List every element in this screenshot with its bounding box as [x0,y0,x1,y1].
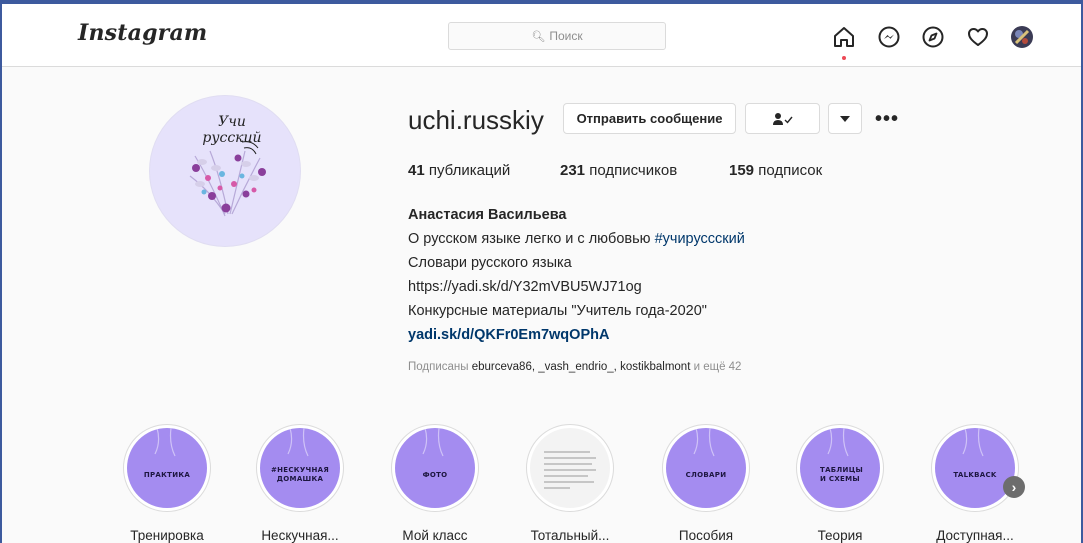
bio-website-link[interactable]: yadi.sk/d/QKFr0Em7wqOPhA [408,323,745,347]
chevron-right-icon[interactable]: › [1003,476,1025,498]
highlight-label: Теория [817,528,863,543]
document-page-icon [544,451,596,489]
profile-username: uchi.russkiy [408,105,544,135]
highlight-cover-text: ТАБЛИЦЫ И СХЕМЫ [820,466,864,483]
bio-hashtag-link[interactable]: #учирусccкий [655,231,745,247]
highlight-cover: TALKBACK [935,428,1015,508]
highlight-cover-ring: ТАБЛИЦЫ И СХЕМЫ [796,424,884,512]
activity-heart-icon[interactable] [966,25,990,49]
search-placeholder: Поиск [549,29,583,43]
highlight-cover-ring: СЛОВАРИ [662,424,750,512]
highlight-cover: ТАБЛИЦЫ И СХЕМЫ [800,428,880,508]
search-icon: 🔍︎ [531,30,546,43]
highlight-label: Доступная... [936,528,1014,543]
explore-icon[interactable] [921,25,945,49]
highlight-cover-ring [526,424,614,512]
highlight-label: Мой класс [402,528,468,543]
messenger-icon[interactable] [877,25,901,49]
search-box[interactable]: 🔍︎ Поиск [448,22,666,50]
highlight-cover: ПРАКТИКА [127,428,207,508]
highlight-cover-text: TALKBACK [953,470,997,479]
highlight-cover [530,428,610,508]
story-highlight[interactable]: Тотальный... [510,424,630,543]
story-highlight[interactable]: СЛОВАРИ Пособия [646,424,766,543]
followed-by-summary[interactable]: Подписаны eburceva86, _vash_endrio_, kos… [408,361,741,373]
notification-dot [842,56,846,60]
highlight-cover-ring: TALKBACK [931,424,1019,512]
send-message-button[interactable]: Отправить сообщение [563,103,736,134]
highlight-label: Тренировка [130,528,204,543]
followed-by-prefix: Подписаны [408,361,469,373]
profile-full-name: Анастасия Васильева [408,207,567,223]
story-highlight[interactable]: #НЕСКУЧНАЯ ДОМАШКА Нескучная... [240,424,360,543]
highlight-label: Нескучная... [261,528,339,543]
followed-by-names: eburceva86, _vash_endrio_, kostikbalmont [471,361,691,373]
caret-down-icon [840,115,850,122]
more-dots-icon[interactable]: ••• [875,108,899,131]
highlight-cover-ring: #НЕСКУЧНАЯ ДОМАШКА [256,424,344,512]
followers-label: подписчиков [589,162,678,179]
story-highlight[interactable]: ФОТО Мой класс [375,424,495,543]
following-button[interactable] [745,103,820,134]
bio-line-1: О русском языке легко и с любовью #учиру… [408,227,745,251]
bio-line-3: https://yadi.sk/d/Y32mVBU5WJ71og [408,279,642,295]
following-count: 159 [729,162,755,179]
top-navigation-bar: Instagram 🔍︎ Поиск [2,4,1081,67]
highlight-cover-text: ПРАКТИКА [143,470,191,479]
followers-count: 231 [560,162,586,179]
profile-avatar-icon[interactable] [1010,25,1034,49]
avatar-caption: Учи русский [202,114,262,146]
posts-count: 41 [408,162,425,179]
highlight-cover-ring: ФОТО [391,424,479,512]
posts-stat: 41 публикаций [408,162,510,179]
highlight-cover-ring: ПРАКТИКА [123,424,211,512]
highlight-label: Пособия [678,528,734,543]
highlight-label: Тотальный... [530,528,610,543]
home-icon[interactable] [832,25,856,49]
following-label: подписок [758,162,823,179]
followers-stat[interactable]: 231 подписчиков [560,162,677,179]
suggestions-dropdown-button[interactable] [828,103,862,134]
highlight-cover-text: ФОТО [422,470,448,479]
following-stat[interactable]: 159 подписок [729,162,822,179]
story-highlight[interactable]: ПРАКТИКА Тренировка [107,424,227,543]
bio-line-4: Конкурсные материалы "Учитель года-2020" [408,303,707,319]
followed-by-suffix: и ещё 42 [693,361,742,373]
highlight-cover-text: СЛОВАРИ [685,470,727,479]
instagram-logo[interactable]: Instagram [78,20,207,46]
story-highlight[interactable]: ТАБЛИЦЫ И СХЕМЫ Теория [780,424,900,543]
posts-label: публикаций [428,162,511,179]
highlight-cover-text: #НЕСКУЧНАЯ ДОМАШКА [270,466,330,483]
highlight-cover: #НЕСКУЧНАЯ ДОМАШКА [260,428,340,508]
bio-line-2: Словари русского языка [408,255,572,271]
highlight-cover: ФОТО [395,428,475,508]
highlight-cover: СЛОВАРИ [666,428,746,508]
person-check-icon [772,112,793,125]
bio-line-1-text: О русском языке легко и с любовью [408,231,655,247]
profile-bio: Анастасия Васильева О русском языке легк… [408,203,745,347]
